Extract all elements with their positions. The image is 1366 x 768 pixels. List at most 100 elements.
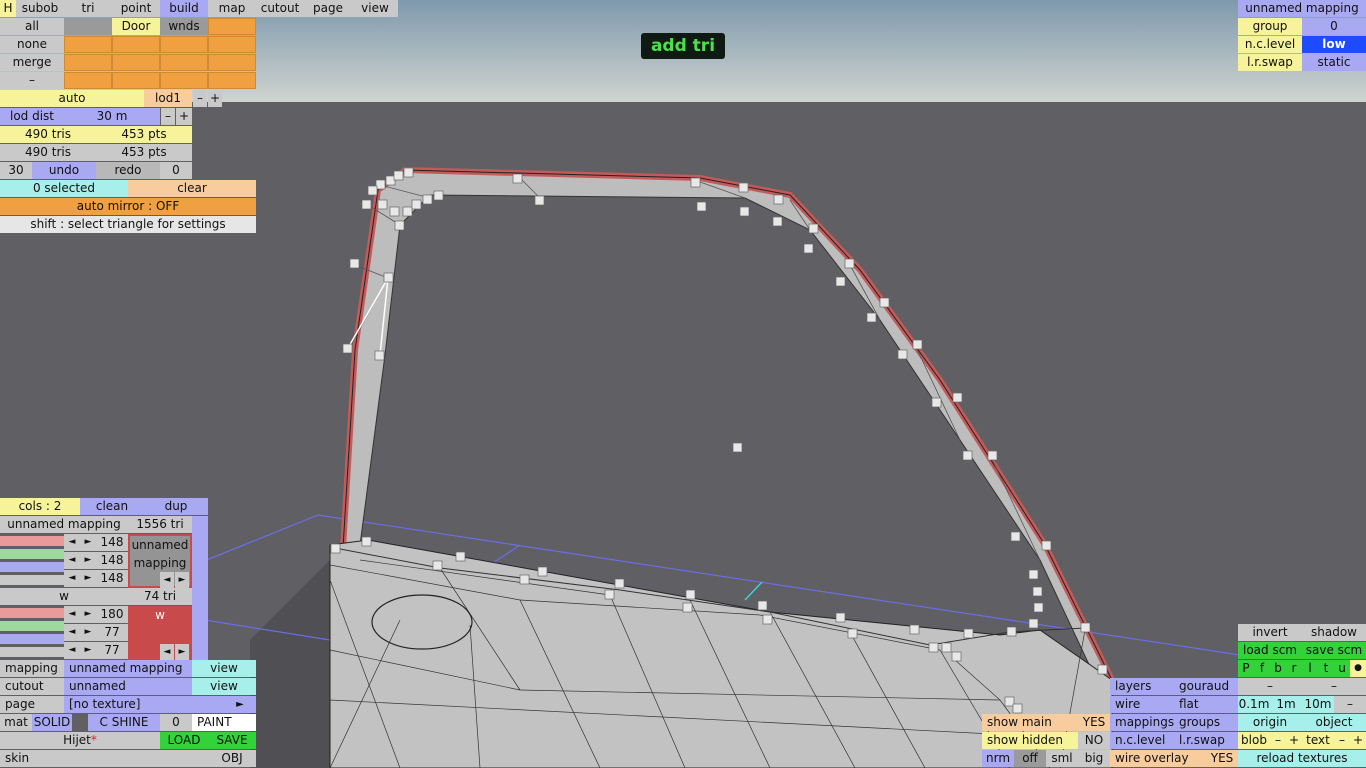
subobject-slot[interactable]	[160, 54, 208, 71]
group-value[interactable]: 0	[1302, 18, 1366, 35]
show-hidden-value[interactable]: NO	[1078, 732, 1110, 749]
lod-dist-plus[interactable]: +	[176, 108, 192, 125]
preview-arrow-left[interactable]: ◄	[160, 644, 174, 661]
green-slider[interactable]	[0, 621, 64, 631]
blue-slider[interactable]	[0, 562, 64, 572]
step-1m[interactable]: 1m	[1270, 696, 1302, 713]
paint-button[interactable]: PAINT	[192, 714, 256, 731]
subobject-slot[interactable]	[64, 72, 112, 89]
arrow-right-button[interactable]: ►	[80, 624, 96, 641]
nc-level-view-button[interactable]: n.c.level	[1110, 732, 1174, 749]
subobject-slot[interactable]	[112, 54, 160, 71]
blob-plus[interactable]: +	[1286, 732, 1302, 749]
view-l-button[interactable]: l	[1302, 660, 1318, 677]
layers-button[interactable]: layers	[1110, 678, 1174, 695]
mappings-button[interactable]: mappings	[1110, 714, 1174, 731]
select-none-button[interactable]: none	[0, 36, 64, 53]
green-value[interactable]: 77	[96, 624, 128, 641]
subobject-slot[interactable]	[64, 36, 112, 53]
subobject-slot[interactable]	[208, 18, 256, 35]
wire-overlay-label[interactable]: wire overlay	[1110, 750, 1206, 767]
red-value[interactable]: 148	[96, 534, 128, 551]
c-shine-toggle[interactable]: C SHINE	[88, 714, 160, 731]
lod-minus-button[interactable]: –	[193, 90, 207, 107]
menu-view[interactable]: view	[352, 0, 398, 17]
groups-button[interactable]: groups	[1174, 714, 1238, 731]
solid-toggle[interactable]: SOLID	[32, 714, 72, 731]
subobject-slot[interactable]	[112, 36, 160, 53]
subobject-slot[interactable]	[64, 18, 112, 35]
subobject-slot[interactable]	[160, 72, 208, 89]
obj-button[interactable]: OBJ	[208, 750, 256, 767]
text-plus[interactable]: +	[1350, 732, 1366, 749]
arrow-left-button[interactable]: ◄	[64, 570, 80, 587]
redo-button[interactable]: redo	[96, 162, 160, 179]
show-main-label[interactable]: show main	[982, 714, 1078, 731]
blue-value[interactable]: 77	[96, 642, 128, 659]
cutout-view-button[interactable]: view	[192, 678, 256, 695]
menu-subob[interactable]: subob	[16, 0, 64, 17]
step-0-1m[interactable]: 0.1m	[1238, 696, 1270, 713]
blue-value[interactable]: 148	[96, 570, 128, 587]
subobject-wnds[interactable]: wnds	[160, 18, 208, 35]
shadow-button[interactable]: shadow	[1302, 624, 1366, 641]
page-texture-select[interactable]: [no texture]	[64, 696, 224, 713]
dash-button[interactable]: –	[0, 72, 64, 89]
arrow-right-button[interactable]: ►	[80, 552, 96, 569]
wire-overlay-value[interactable]: YES	[1206, 750, 1238, 767]
undo-button[interactable]: undo	[32, 162, 96, 179]
invert-button[interactable]: invert	[1238, 624, 1302, 641]
lod-dist-value[interactable]: 30 m	[64, 108, 160, 125]
mapping-list-item[interactable]: w	[0, 588, 128, 605]
arrow-left-button[interactable]: ◄	[64, 624, 80, 641]
view-f-button[interactable]: f	[1254, 660, 1270, 677]
load-scm-button[interactable]: load scm	[1238, 642, 1302, 659]
menu-page[interactable]: page	[304, 0, 352, 17]
step-minus-b[interactable]: –	[1302, 678, 1366, 695]
arrow-right-button[interactable]: ►	[80, 606, 96, 623]
view-t-button[interactable]: t	[1318, 660, 1334, 677]
skin-field[interactable]	[48, 750, 208, 767]
green-value[interactable]: 148	[96, 552, 128, 569]
normals-off[interactable]: off	[1014, 750, 1046, 767]
red-value[interactable]: 180	[96, 606, 128, 623]
menu-tri[interactable]: tri	[64, 0, 112, 17]
preview-arrow-right[interactable]: ►	[175, 644, 189, 661]
alpha-slider[interactable]	[0, 647, 64, 657]
cols-button[interactable]: cols : 2	[0, 498, 80, 515]
select-all-button[interactable]: all	[0, 18, 64, 35]
page-next-button[interactable]: ►	[224, 696, 256, 713]
clean-button[interactable]: clean	[80, 498, 144, 515]
text-label[interactable]: text	[1302, 732, 1334, 749]
arrow-left-button[interactable]: ◄	[64, 606, 80, 623]
save-button[interactable]: SAVE	[208, 732, 256, 749]
menu-map[interactable]: map	[208, 0, 256, 17]
arrow-left-button[interactable]: ◄	[64, 534, 80, 551]
cutout-select[interactable]: unnamed	[64, 678, 192, 695]
show-hidden-label[interactable]: show hidden	[982, 732, 1078, 749]
subobject-slot[interactable]	[112, 72, 160, 89]
preview-arrow-left[interactable]: ◄	[160, 572, 174, 589]
show-main-value[interactable]: YES	[1078, 714, 1110, 731]
lr-swap-view-button[interactable]: l.r.swap	[1174, 732, 1238, 749]
subobject-slot[interactable]	[208, 54, 256, 71]
normals-sml[interactable]: sml	[1046, 750, 1078, 767]
view-dot-button[interactable]: ●	[1350, 660, 1366, 677]
clear-selection-button[interactable]: clear	[128, 180, 256, 197]
load-button[interactable]: LOAD	[160, 732, 208, 749]
gouraud-button[interactable]: gouraud	[1174, 678, 1238, 695]
subobject-slot[interactable]	[160, 36, 208, 53]
view-p-button[interactable]: P	[1238, 660, 1254, 677]
view-b-button[interactable]: b	[1270, 660, 1286, 677]
normals-nrm[interactable]: nrm	[982, 750, 1014, 767]
blob-minus[interactable]: –	[1270, 732, 1286, 749]
flat-button[interactable]: flat	[1174, 696, 1238, 713]
lod-dist-minus[interactable]: –	[161, 108, 175, 125]
mapping-list-item[interactable]: unnamed mapping	[0, 516, 128, 533]
subobject-slot[interactable]	[208, 36, 256, 53]
arrow-right-button[interactable]: ►	[80, 534, 96, 551]
green-slider[interactable]	[0, 549, 64, 559]
nc-level-value[interactable]: low	[1302, 36, 1366, 53]
blue-slider[interactable]	[0, 634, 64, 644]
arrow-left-button[interactable]: ◄	[64, 642, 80, 659]
